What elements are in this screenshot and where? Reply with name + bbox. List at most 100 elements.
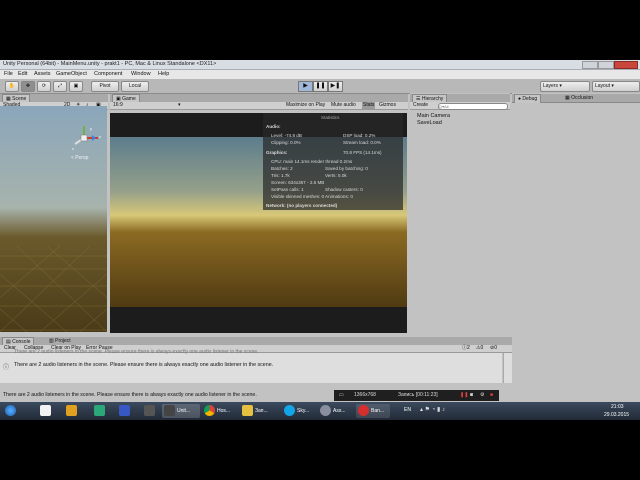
rect-tool-icon[interactable]: ▣ (69, 81, 83, 92)
hand-tool-icon[interactable]: ✋ (5, 81, 19, 92)
stats-toggle[interactable]: Stats (362, 102, 376, 109)
info-count-icon[interactable]: ⓘ2 (462, 345, 470, 352)
stats-skinned: Visible skinned meshes: 0 Animations: 0 (271, 194, 353, 199)
tab-occlusion[interactable]: ▦ Occlusion (562, 94, 596, 102)
folder-icon (242, 405, 253, 417)
recording-resolution: 1366x768 (354, 392, 376, 398)
unity-editor-window: Unity Personal (64bit) - MainMenu.unity … (0, 60, 640, 403)
hierarchy-search-input[interactable]: Q▾All (438, 103, 508, 110)
create-dropdown[interactable]: Create (413, 102, 428, 109)
menu-component[interactable]: Component (94, 71, 122, 77)
windows-taskbar: Unit... Hos... Зап... Sky... Ass... Ban.… (0, 402, 640, 420)
game-viewport[interactable]: Statistics Audio: Level: -74.8 dB DSP lo… (110, 113, 407, 333)
camera-icon[interactable]: ◙ (470, 392, 473, 398)
log-entry-partial[interactable]: There are 2 audio listeners in the scene… (14, 349, 259, 355)
layout-dropdown[interactable]: Layout ▾ (592, 81, 640, 92)
warning-count-icon[interactable]: ⚠0 (476, 345, 483, 352)
recording-status: Запись [00:11:23] (398, 392, 438, 398)
console-scrollbar[interactable] (503, 353, 512, 383)
inspector-panel: ● Debug ▦ Occlusion (512, 93, 640, 403)
title-bar: Unity Personal (64bit) - MainMenu.unity … (0, 60, 640, 70)
unity-icon (164, 405, 175, 417)
persp-label[interactable]: < Persp (71, 155, 88, 161)
taskbar-pin-1[interactable] (38, 404, 54, 418)
counter-strike-icon (40, 405, 51, 417)
rotate-tool-icon[interactable]: ⟳ (37, 81, 51, 92)
scene-gizmo[interactable]: y z x (72, 124, 102, 154)
stats-fps: 70.8 FPS (14.1ms) (343, 150, 382, 155)
taskbar-window-chrome[interactable]: Hos... (202, 404, 236, 418)
minimize-icon[interactable] (582, 61, 598, 69)
menu-window[interactable]: Window (131, 71, 151, 77)
taskbar-window-assets[interactable]: Ass... (318, 404, 352, 418)
layers-dropdown[interactable]: Layers ▾ (540, 81, 590, 92)
pause-record-icon[interactable]: ❚❚ (460, 392, 468, 398)
mute-audio-toggle[interactable]: Mute audio (331, 102, 356, 109)
taskbar-window-bandicam[interactable]: Ban... (356, 404, 390, 418)
record-settings-icon[interactable]: ⚙ (480, 392, 484, 398)
play-button[interactable]: ▶ (298, 81, 313, 92)
axis-y-label: y (90, 126, 92, 131)
chrome-icon (204, 405, 215, 417)
taskbar-pin-unity[interactable] (142, 404, 158, 418)
gizmos-dropdown[interactable]: Gizmos (379, 102, 396, 109)
pause-button[interactable]: ❚❚ (313, 81, 328, 92)
taskbar-pin-3[interactable] (92, 404, 108, 418)
stats-verts: Verts: 5.0k (325, 173, 347, 178)
taskbar-label: Hos... (217, 408, 231, 414)
unity-icon (144, 405, 155, 417)
clock-date[interactable]: 29.03.2015 (604, 412, 629, 418)
taskbar-window-unity[interactable]: Unit... (162, 404, 200, 418)
taskbar-label: Ass... (333, 408, 346, 414)
axis-x-label: x (72, 146, 74, 151)
tab-project[interactable]: ▥ Project (46, 337, 74, 345)
local-toggle[interactable]: Local (121, 81, 149, 92)
stats-batches: Batches: 2 (271, 166, 293, 171)
menu-gameobject[interactable]: GameObject (56, 71, 87, 77)
aspect-dropdown[interactable]: 16:9 (113, 102, 123, 109)
maximize-icon[interactable] (598, 61, 614, 69)
tray-icons[interactable]: ▴ ⚑ ◔ ▮ ♪ (420, 406, 445, 413)
language-indicator[interactable]: EN (404, 407, 411, 413)
scene-viewport[interactable]: y z x < Persp (0, 106, 107, 332)
game-subbar: 16:9 ▾ Maximize on Play Mute audio Stats… (110, 102, 408, 110)
menu-help[interactable]: Help (158, 71, 169, 77)
taskbar-window-skype[interactable]: Sky... (282, 404, 316, 418)
move-tool-icon[interactable]: ✥ (21, 81, 35, 92)
stats-graphics-header: Graphics: (266, 150, 288, 155)
menu-file[interactable]: File (4, 71, 13, 77)
tab-debug[interactable]: ● Debug (514, 94, 542, 103)
taskbar-pin-2[interactable] (64, 404, 80, 418)
stats-cpu: CPU: main 14.1ms render thread 0.2ms (271, 159, 353, 164)
step-button[interactable]: ▶❚ (328, 81, 343, 92)
error-count-icon[interactable]: ⊘0 (490, 345, 497, 352)
taskbar-window-folder[interactable]: Зап... (240, 404, 274, 418)
start-button[interactable] (3, 404, 19, 418)
debug-tab-label: Debug (522, 96, 538, 102)
close-icon[interactable] (614, 61, 638, 69)
axis-z-label: z (99, 134, 101, 139)
hierarchy-subbar: Create Q▾All (410, 102, 510, 110)
skype-icon (284, 405, 295, 417)
stats-saved: Saved by batching: 0 (325, 166, 368, 171)
inspector-tab-strip: ● Debug ▦ Occlusion (512, 94, 640, 103)
scale-tool-icon[interactable]: ⤢ (53, 81, 67, 92)
menu-assets[interactable]: Assets (34, 71, 51, 77)
stats-clipping: Clipping: 0.0% (271, 140, 301, 145)
status-bar-message[interactable]: There are 2 audio listeners in the scene… (3, 392, 257, 398)
menu-edit[interactable]: Edit (18, 71, 27, 77)
taskbar-pin-4[interactable] (117, 404, 133, 418)
axis-gizmo-icon (74, 126, 98, 145)
app-icon (66, 405, 77, 417)
hierarchy-item[interactable]: Main Camera (417, 113, 450, 119)
aspect-chevron-icon[interactable]: ▾ (178, 102, 181, 109)
taskbar-label: Unit... (177, 408, 191, 414)
clock-time[interactable]: 21:03 (611, 404, 624, 410)
pivot-toggle[interactable]: Pivot (91, 81, 119, 92)
maximize-on-play-toggle[interactable]: Maximize on Play (286, 102, 325, 109)
hierarchy-item[interactable]: SaveLoad (417, 120, 442, 126)
stats-stream: Stream load: 0.0% (343, 140, 381, 145)
log-entry[interactable]: There are 2 audio listeners in the scene… (14, 362, 273, 368)
info-count: 2 (467, 345, 470, 351)
stop-record-icon[interactable]: ■ (490, 392, 493, 398)
